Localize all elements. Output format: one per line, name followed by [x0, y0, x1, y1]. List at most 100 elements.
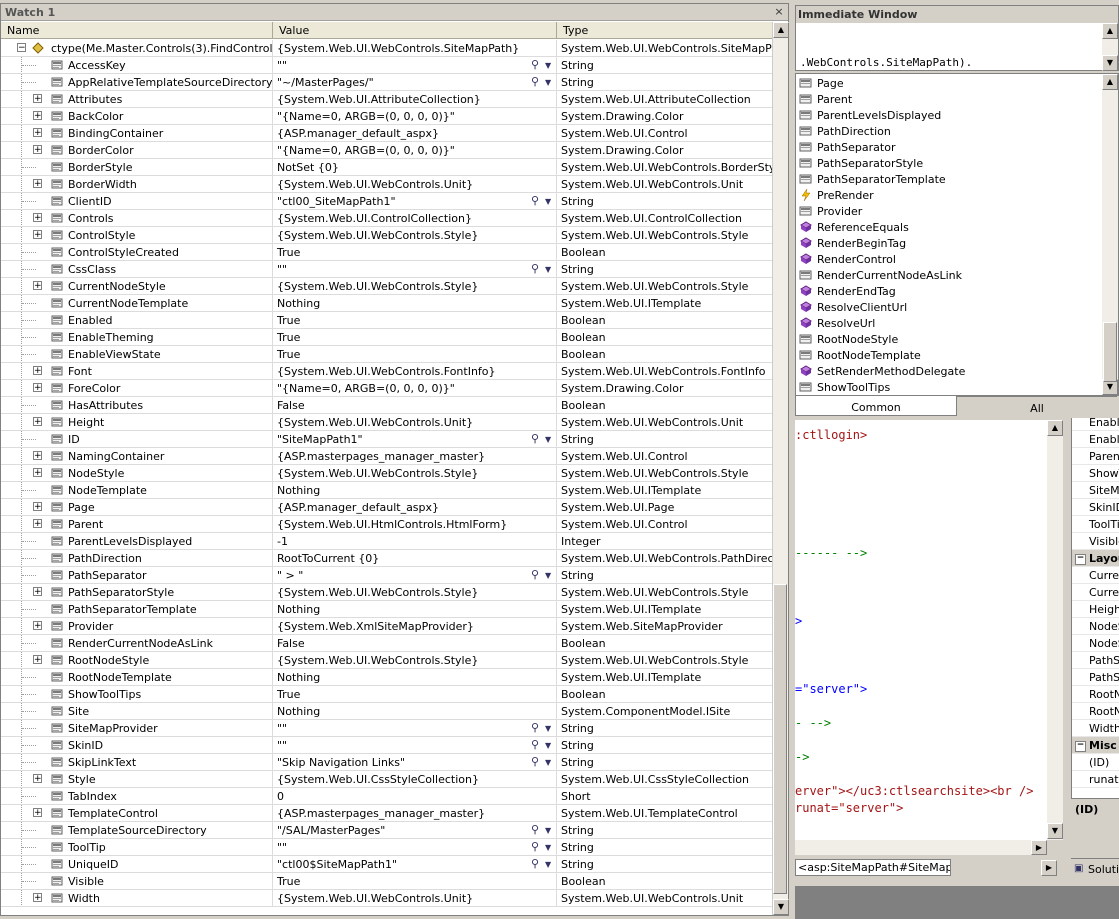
- watch-cell-value[interactable]: {System.Web.UI.WebControls.Unit}: [273, 890, 557, 906]
- watch-row[interactable]: + Page {ASP.manager_default_aspx} System.We…: [1, 499, 772, 516]
- intellisense-item[interactable]: Parent: [796, 91, 1102, 107]
- watch-scroll-thumb[interactable]: [773, 584, 787, 894]
- watch-row[interactable]: + NodeStyle {System.Web.UI.WebControls.Sty…: [1, 465, 772, 482]
- watch-row[interactable]: ShowToolTips True Boolean: [1, 686, 772, 703]
- chevron-down-icon[interactable]: ▼: [545, 265, 551, 274]
- watch-row[interactable]: AppRelativeTemplateSourceDirectory "~/Mas…: [1, 74, 772, 91]
- watch-row[interactable]: + Controls {System.Web.UI.ControlCollectio…: [1, 210, 772, 227]
- watch-cell-value[interactable]: "" ⚲ ▼: [273, 261, 557, 277]
- chevron-down-icon[interactable]: ▼: [545, 826, 551, 835]
- magnifier-icon[interactable]: ⚲: [531, 194, 539, 207]
- column-value-header[interactable]: Value: [273, 22, 557, 38]
- watch-cell-value[interactable]: {System.Web.UI.WebControls.Unit}: [273, 414, 557, 430]
- column-name-header[interactable]: Name: [1, 22, 273, 38]
- watch-row[interactable]: + Parent {System.Web.UI.HtmlControls.HtmlF…: [1, 516, 772, 533]
- property-category[interactable]: − Misc: [1072, 737, 1119, 754]
- watch-row[interactable]: Enabled True Boolean: [1, 312, 772, 329]
- intellisense-item[interactable]: ReferenceEquals: [796, 219, 1102, 235]
- watch-row[interactable]: ControlStyleCreated True Boolean: [1, 244, 772, 261]
- watch-row[interactable]: + Width {System.Web.UI.WebControls.Unit} Sy…: [1, 890, 772, 907]
- watch-cell-value[interactable]: 0: [273, 788, 557, 804]
- magnifier-icon[interactable]: ⚲: [531, 721, 539, 734]
- watch-row[interactable]: SkipLinkText "Skip Navigation Links" ⚲ ▼ Str…: [1, 754, 772, 771]
- intellisense-item[interactable]: PreRender: [796, 187, 1102, 203]
- scroll-right-icon[interactable]: ▶: [1031, 840, 1047, 855]
- collapse-icon[interactable]: −: [17, 43, 26, 53]
- watch-row[interactable]: HasAttributes False Boolean: [1, 397, 772, 414]
- property-row[interactable]: (ID): [1072, 754, 1119, 771]
- property-row[interactable]: Curren: [1072, 584, 1119, 601]
- watch-row[interactable]: RenderCurrentNodeAsLink False Boolean: [1, 635, 772, 652]
- magnifier-icon[interactable]: ⚲: [531, 823, 539, 836]
- scroll-down-icon[interactable]: ▼: [773, 899, 789, 915]
- watch-row[interactable]: ToolTip "" ⚲ ▼ String: [1, 839, 772, 856]
- watch-cell-value[interactable]: {ASP.masterpages_manager_master}: [273, 448, 557, 464]
- watch-cell-value[interactable]: Nothing: [273, 295, 557, 311]
- code-editor[interactable]: :ctllogin> ------ --> > ="server"> - --> -> er…: [795, 420, 1063, 840]
- collapse-icon[interactable]: −: [1075, 554, 1086, 565]
- immediate-scrollbar[interactable]: ▲ ▼: [1102, 23, 1118, 71]
- expand-icon[interactable]: +: [33, 621, 42, 631]
- expand-icon[interactable]: +: [33, 468, 42, 478]
- watch-row[interactable]: NodeTemplate Nothing System.Web.UI.ITempla…: [1, 482, 772, 499]
- magnifier-icon[interactable]: ⚲: [531, 857, 539, 870]
- watch-row[interactable]: EnableViewState True Boolean: [1, 346, 772, 363]
- watch-row[interactable]: + Style {System.Web.UI.CssStyleCollection}…: [1, 771, 772, 788]
- watch-cell-value[interactable]: "{Name=0, ARGB=(0, 0, 0, 0)}": [273, 108, 557, 124]
- magnifier-icon[interactable]: ⚲: [531, 568, 539, 581]
- watch-cell-value[interactable]: "" ⚲ ▼: [273, 737, 557, 753]
- intellisense-item[interactable]: RootNodeTemplate: [796, 347, 1102, 363]
- magnifier-icon[interactable]: ⚲: [531, 262, 539, 275]
- intellisense-item[interactable]: Provider: [796, 203, 1102, 219]
- watch-cell-value[interactable]: {System.Web.UI.WebControls.Style}: [273, 465, 557, 481]
- property-row[interactable]: RootN: [1072, 686, 1119, 703]
- watch-row[interactable]: PathSeparator " > " ⚲ ▼ String: [1, 567, 772, 584]
- magnifier-icon[interactable]: ⚲: [531, 75, 539, 88]
- scroll-up-icon[interactable]: ▲: [773, 22, 789, 38]
- expand-icon[interactable]: +: [33, 774, 42, 784]
- watch-row-root[interactable]: − ctype(Me.Master.Controls(3).FindControl…: [1, 40, 772, 57]
- magnifier-icon[interactable]: ⚲: [531, 738, 539, 751]
- watch-cell-value[interactable]: "SiteMapPath1" ⚲ ▼: [273, 431, 557, 447]
- watch-cell-value[interactable]: True: [273, 244, 557, 260]
- magnifier-icon[interactable]: ⚲: [531, 58, 539, 71]
- watch-cell-value[interactable]: Nothing: [273, 669, 557, 685]
- watch-cell-value[interactable]: "ctl00$SiteMapPath1" ⚲ ▼: [273, 856, 557, 872]
- intellisense-item[interactable]: ParentLevelsDisplayed: [796, 107, 1102, 123]
- property-row[interactable]: Curren: [1072, 567, 1119, 584]
- intellisense-item[interactable]: RenderBeginTag: [796, 235, 1102, 251]
- property-row[interactable]: Width: [1072, 720, 1119, 737]
- close-icon[interactable]: ×: [773, 6, 785, 18]
- watch-cell-value[interactable]: {ASP.manager_default_aspx}: [273, 499, 557, 515]
- magnifier-icon[interactable]: ⚲: [531, 755, 539, 768]
- expand-icon[interactable]: +: [33, 94, 42, 104]
- expand-icon[interactable]: +: [33, 893, 42, 903]
- watch-cell-value[interactable]: RootToCurrent {0}: [273, 550, 557, 566]
- intellisense-scroll-thumb[interactable]: [1103, 322, 1117, 382]
- watch-cell-value[interactable]: False: [273, 635, 557, 651]
- watch-cell-value[interactable]: True: [273, 329, 557, 345]
- watch-row[interactable]: Visible True Boolean: [1, 873, 772, 890]
- watch-cell-value[interactable]: "/SAL/MasterPages" ⚲ ▼: [273, 822, 557, 838]
- intellisense-item[interactable]: RenderEndTag: [796, 283, 1102, 299]
- expand-icon[interactable]: +: [33, 587, 42, 597]
- scroll-up-icon[interactable]: ▲: [1102, 23, 1118, 39]
- expand-icon[interactable]: +: [33, 417, 42, 427]
- expand-icon[interactable]: +: [33, 111, 42, 121]
- watch-cell-value[interactable]: NotSet {0}: [273, 159, 557, 175]
- intellisense-list[interactable]: Page Parent ParentLevelsDisplayed PathDirec…: [795, 73, 1119, 396]
- solution-explorer-tab[interactable]: ▣ Solutio: [1071, 858, 1119, 880]
- property-row[interactable]: Parent: [1072, 448, 1119, 465]
- chevron-down-icon[interactable]: ▼: [545, 741, 551, 750]
- intellisense-item[interactable]: PathDirection: [796, 123, 1102, 139]
- watch-cell-value[interactable]: True: [273, 873, 557, 889]
- tab-common[interactable]: Common: [795, 396, 957, 416]
- watch-cell-value[interactable]: {System.Web.UI.WebControls.Style}: [273, 584, 557, 600]
- property-row[interactable]: NodeS: [1072, 635, 1119, 652]
- property-row[interactable]: Visible: [1072, 533, 1119, 550]
- watch-cell-value[interactable]: {ASP.manager_default_aspx}: [273, 125, 557, 141]
- intellisense-item[interactable]: RenderControl: [796, 251, 1102, 267]
- watch-row[interactable]: + Provider {System.Web.XmlSiteMapProvider}…: [1, 618, 772, 635]
- watch-row[interactable]: ClientID "ctl00_SiteMapPath1" ⚲ ▼ String: [1, 193, 772, 210]
- intellisense-item[interactable]: PathSeparatorTemplate: [796, 171, 1102, 187]
